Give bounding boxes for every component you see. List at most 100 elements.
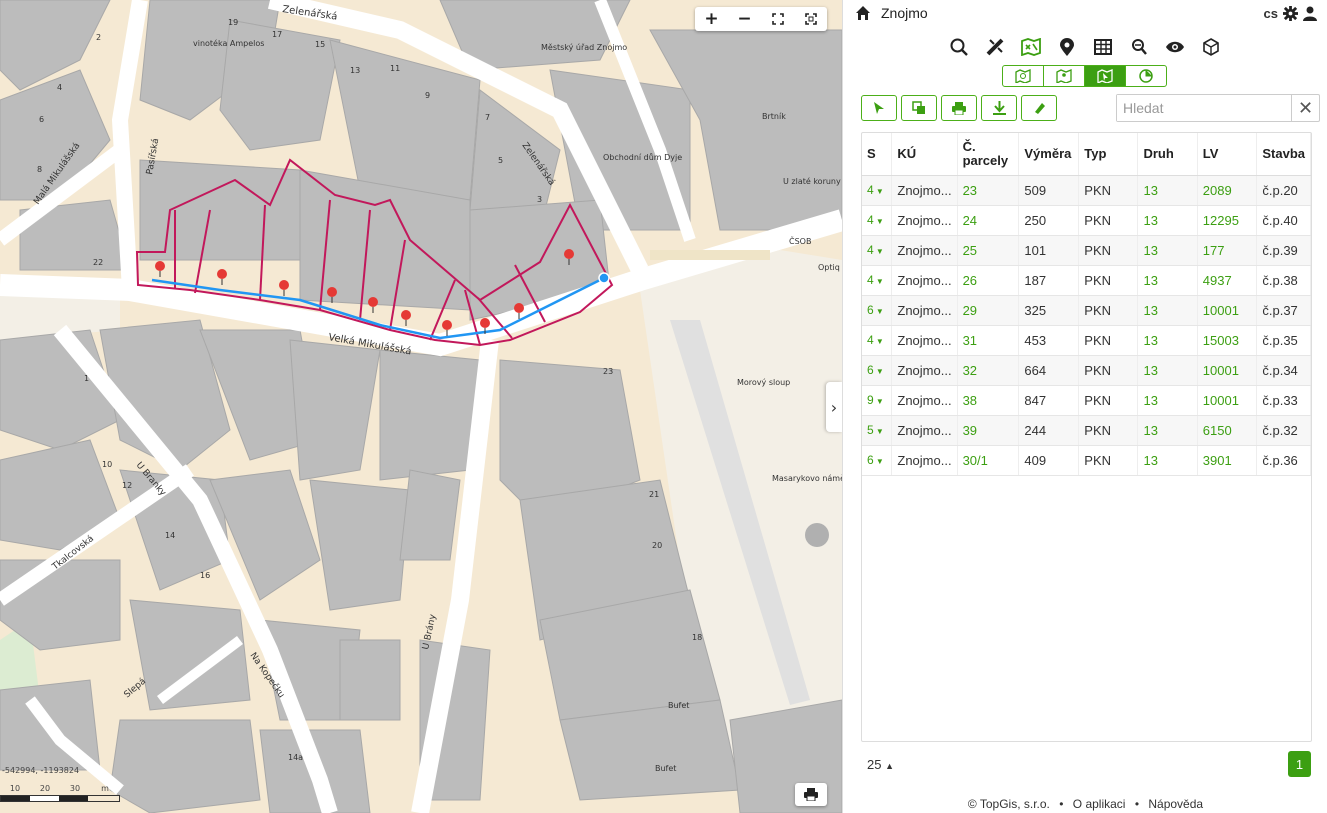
3d-cube-icon[interactable] bbox=[1200, 36, 1222, 58]
print-results-button[interactable] bbox=[941, 95, 977, 121]
tab-search-parcel[interactable] bbox=[1002, 65, 1044, 87]
cell-kind-link-text: 13 bbox=[1143, 422, 1158, 438]
zoom-out-button[interactable]: − bbox=[728, 7, 761, 31]
column-header[interactable]: Typ bbox=[1078, 133, 1139, 176]
cell-parcel-link[interactable]: 32 bbox=[957, 355, 1020, 386]
search-icon[interactable] bbox=[948, 36, 970, 58]
row-section-toggle[interactable]: 4 ▼ bbox=[862, 265, 893, 296]
map-marker-icon[interactable] bbox=[217, 269, 227, 285]
zoom-extent-button[interactable] bbox=[761, 7, 794, 31]
column-header[interactable]: Druh bbox=[1137, 133, 1198, 176]
row-section-toggle[interactable]: 4 ▼ bbox=[862, 205, 893, 236]
column-header[interactable]: Č. parcely bbox=[957, 133, 1020, 176]
select-parcels-button[interactable] bbox=[861, 95, 897, 121]
zoom-in-button[interactable]: + bbox=[695, 7, 728, 31]
clear-search-button[interactable]: ✕ bbox=[1291, 95, 1319, 121]
cell-lv-link[interactable]: 12295 bbox=[1197, 205, 1258, 236]
row-section-toggle[interactable]: 4 ▼ bbox=[862, 325, 893, 356]
cell-parcel-link[interactable]: 39 bbox=[957, 415, 1020, 446]
cell-kind-link[interactable]: 13 bbox=[1137, 235, 1198, 266]
cell-parcel-link[interactable]: 38 bbox=[957, 385, 1020, 416]
row-section-toggle[interactable]: 6 ▼ bbox=[862, 295, 893, 326]
cell-parcel-link[interactable]: 25 bbox=[957, 235, 1020, 266]
cell-lv-link[interactable]: 6150 bbox=[1197, 415, 1258, 446]
row-section-toggle[interactable]: 6 ▼ bbox=[862, 445, 893, 476]
cell-lv-link[interactable]: 177 bbox=[1197, 235, 1258, 266]
cell-kind-link[interactable]: 13 bbox=[1137, 415, 1198, 446]
layers-search-icon[interactable] bbox=[1128, 36, 1150, 58]
clear-selection-button[interactable] bbox=[1021, 95, 1057, 121]
table-row[interactable]: 4 ▼ Znojmo... 31 453 PKN 13 15003 č.p.35 bbox=[862, 325, 1311, 356]
map-view[interactable]: Zelenářská Pasířská Malá Mikulášská Velk… bbox=[0, 0, 842, 813]
cell-parcel-link[interactable]: 30/1 bbox=[957, 445, 1020, 476]
column-header[interactable]: KÚ bbox=[891, 133, 958, 176]
table-icon[interactable] bbox=[1092, 36, 1114, 58]
row-section-toggle[interactable]: 4 ▼ bbox=[862, 175, 893, 206]
user-icon[interactable] bbox=[1303, 6, 1317, 21]
download-button[interactable] bbox=[981, 95, 1017, 121]
cell-lv-link[interactable]: 4937 bbox=[1197, 265, 1258, 296]
row-section-toggle[interactable]: 4 ▼ bbox=[862, 235, 893, 266]
parcels-map-icon[interactable] bbox=[1020, 36, 1042, 58]
location-pin-icon[interactable] bbox=[1056, 36, 1078, 58]
table-row[interactable]: 9 ▼ Znojmo... 38 847 PKN 13 10001 č.p.33 bbox=[862, 385, 1311, 416]
tab-search-owner[interactable] bbox=[1043, 65, 1085, 87]
table-row[interactable]: 5 ▼ Znojmo... 39 244 PKN 13 6150 č.p.32 bbox=[862, 415, 1311, 446]
eye-icon[interactable] bbox=[1164, 36, 1186, 58]
table-row[interactable]: 4 ▼ Znojmo... 25 101 PKN 13 177 č.p.39 bbox=[862, 235, 1311, 266]
cell-kind-link[interactable]: 13 bbox=[1137, 265, 1198, 296]
row-section-toggle[interactable]: 5 ▼ bbox=[862, 415, 893, 446]
table-row[interactable]: 6 ▼ Znojmo... 29 325 PKN 13 10001 č.p.37 bbox=[862, 295, 1311, 326]
cell-lv-link[interactable]: 10001 bbox=[1197, 355, 1258, 386]
column-header[interactable]: LV bbox=[1197, 133, 1258, 176]
table-row[interactable]: 4 ▼ Znojmo... 26 187 PKN 13 4937 č.p.38 bbox=[862, 265, 1311, 296]
page-size-selector[interactable]: 25 ▲ bbox=[867, 757, 894, 772]
table-row[interactable]: 4 ▼ Znojmo... 24 250 PKN 13 12295 č.p.40 bbox=[862, 205, 1311, 236]
map-marker-icon[interactable] bbox=[401, 310, 411, 326]
cell-parcel-link[interactable]: 24 bbox=[957, 205, 1020, 236]
cell-kind-link[interactable]: 13 bbox=[1137, 445, 1198, 476]
map-marker-icon[interactable] bbox=[155, 261, 165, 277]
cell-kind-link[interactable]: 13 bbox=[1137, 175, 1198, 206]
cell-kind-link[interactable]: 13 bbox=[1137, 295, 1198, 326]
map-canvas[interactable]: Zelenářská Pasířská Malá Mikulášská Velk… bbox=[0, 0, 842, 813]
cell-parcel-link[interactable]: 26 bbox=[957, 265, 1020, 296]
cell-lv-link[interactable]: 10001 bbox=[1197, 295, 1258, 326]
search-input[interactable] bbox=[1117, 95, 1291, 121]
language-switch[interactable]: cs bbox=[1264, 6, 1278, 21]
table-row[interactable]: 4 ▼ Znojmo... 23 509 PKN 13 2089 č.p.20 bbox=[862, 175, 1311, 206]
about-link[interactable]: O aplikaci bbox=[1073, 797, 1126, 811]
tab-statistics[interactable] bbox=[1125, 65, 1167, 87]
gear-icon[interactable] bbox=[1283, 5, 1298, 21]
row-section-toggle[interactable]: 6 ▼ bbox=[862, 355, 893, 386]
cell-kind-link[interactable]: 13 bbox=[1137, 205, 1198, 236]
cell-kind-link[interactable]: 13 bbox=[1137, 325, 1198, 356]
row-section-toggle[interactable]: 9 ▼ bbox=[862, 385, 893, 416]
tab-select-on-map[interactable] bbox=[1084, 65, 1126, 87]
print-map-button[interactable] bbox=[795, 783, 827, 806]
cell-lv-link[interactable]: 15003 bbox=[1197, 325, 1258, 356]
cell-kind-link[interactable]: 13 bbox=[1137, 385, 1198, 416]
cell-parcel-link[interactable]: 23 bbox=[957, 175, 1020, 206]
home-icon[interactable] bbox=[855, 5, 871, 21]
map-marker-icon[interactable] bbox=[279, 280, 289, 296]
fullscreen-button[interactable] bbox=[794, 7, 827, 31]
help-link[interactable]: Nápověda bbox=[1148, 797, 1203, 811]
column-header[interactable]: S bbox=[862, 133, 893, 176]
cell-parcel-link[interactable]: 31 bbox=[957, 325, 1020, 356]
column-header[interactable]: Stavba bbox=[1256, 133, 1311, 176]
cell-lv-link[interactable]: 3901 bbox=[1197, 445, 1258, 476]
column-header[interactable]: Výměra bbox=[1018, 133, 1080, 176]
cell-kind-link[interactable]: 13 bbox=[1137, 355, 1198, 386]
map-marker-icon[interactable] bbox=[368, 297, 378, 313]
copy-results-button[interactable] bbox=[901, 95, 937, 121]
page-button[interactable]: 1 bbox=[1288, 751, 1311, 777]
cell-parcel-link[interactable]: 29 bbox=[957, 295, 1020, 326]
panel-toggle-button[interactable]: › bbox=[826, 382, 842, 432]
table-row[interactable]: 6 ▼ Znojmo... 32 664 PKN 13 10001 č.p.34 bbox=[862, 355, 1311, 386]
measure-tools-icon[interactable] bbox=[984, 36, 1006, 58]
cell-lv-link[interactable]: 10001 bbox=[1197, 385, 1258, 416]
table-row[interactable]: 6 ▼ Znojmo... 30/1 409 PKN 13 3901 č.p.36 bbox=[862, 445, 1311, 476]
measure-end-point[interactable] bbox=[598, 272, 610, 284]
cell-lv-link[interactable]: 2089 bbox=[1197, 175, 1258, 206]
